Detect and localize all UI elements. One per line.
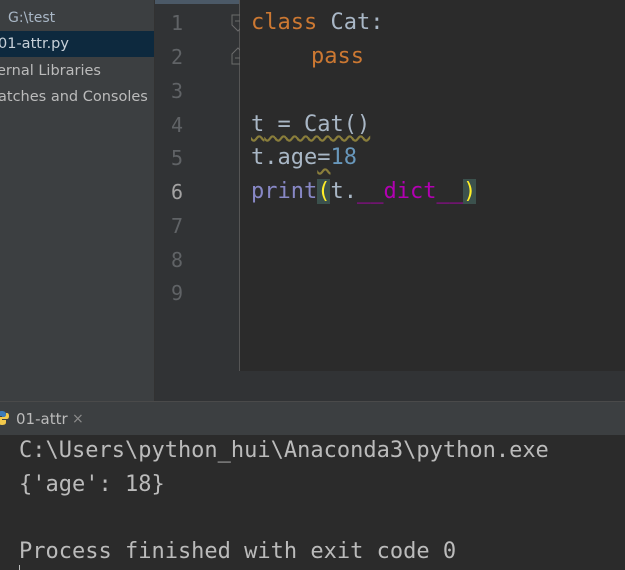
var-t: t <box>251 112 265 137</box>
line-number: 4 <box>170 113 183 137</box>
ide-window: : G:\test 01-attr.py ernal Libraries atc… <box>0 0 625 570</box>
open-paren: ( <box>317 179 331 204</box>
run-panel-header: 01-attr × <box>0 401 625 436</box>
external-libraries-label: ernal Libraries <box>0 63 101 79</box>
run-tab[interactable]: 01-attr × <box>0 402 100 436</box>
console-line: C:\Users\python_hui\Anaconda3\python.exe <box>19 438 549 463</box>
keyword-class: class <box>251 10 318 35</box>
var-t-dot: t. <box>330 179 357 204</box>
tree-item-external-libraries[interactable]: ernal Libraries <box>0 58 154 84</box>
keyword-pass: pass <box>311 44 364 69</box>
magic-dict: __dict__ <box>356 179 463 204</box>
file-label: 01-attr.py <box>0 36 69 52</box>
console-cursor <box>19 565 20 570</box>
tree-item-project-root[interactable]: : G:\test <box>0 5 154 31</box>
code-line-6[interactable]: print(t.__dict__) <box>251 175 477 209</box>
root-path-label: G:\test <box>8 10 56 26</box>
line-number: 7 <box>170 214 183 238</box>
attr-expr: t.age <box>251 145 318 170</box>
builtin-print: print <box>251 179 318 204</box>
code-line-5[interactable]: t.age=18 <box>251 141 357 175</box>
class-name: Cat: <box>317 10 384 35</box>
code-line-4[interactable]: t = Cat() <box>251 108 370 142</box>
close-icon[interactable]: × <box>72 402 84 436</box>
python-icon <box>0 411 9 425</box>
line-number: 1 <box>170 11 183 35</box>
line-number: 2 <box>170 45 183 69</box>
tree-item-scratches[interactable]: atches and Consoles <box>0 84 154 110</box>
tree-item-file[interactable]: 01-attr.py <box>0 31 154 57</box>
equals-sign: = <box>317 145 331 170</box>
code-line-2[interactable]: pass <box>311 40 364 74</box>
close-paren: ) <box>462 179 477 204</box>
line-number: 3 <box>170 79 183 103</box>
console-line: {'age': 18} <box>19 472 165 497</box>
code-line-1[interactable]: class Cat: <box>251 6 383 40</box>
editor-horizontal-scrollbar[interactable] <box>155 371 625 401</box>
root-prefix: : <box>0 5 1 31</box>
line-number: 9 <box>170 281 183 305</box>
run-tab-label: 01-attr <box>16 410 68 428</box>
console-line: Process finished with exit code 0 <box>19 539 457 564</box>
line-number: 5 <box>170 146 183 170</box>
scratches-label: atches and Consoles <box>0 89 148 105</box>
project-sidebar: : G:\test 01-attr.py ernal Libraries atc… <box>0 0 155 401</box>
line-number-current: 6 <box>170 180 183 204</box>
number-literal: 18 <box>330 145 357 170</box>
line-number: 8 <box>170 248 183 272</box>
assign-expr: = Cat() <box>264 112 371 137</box>
